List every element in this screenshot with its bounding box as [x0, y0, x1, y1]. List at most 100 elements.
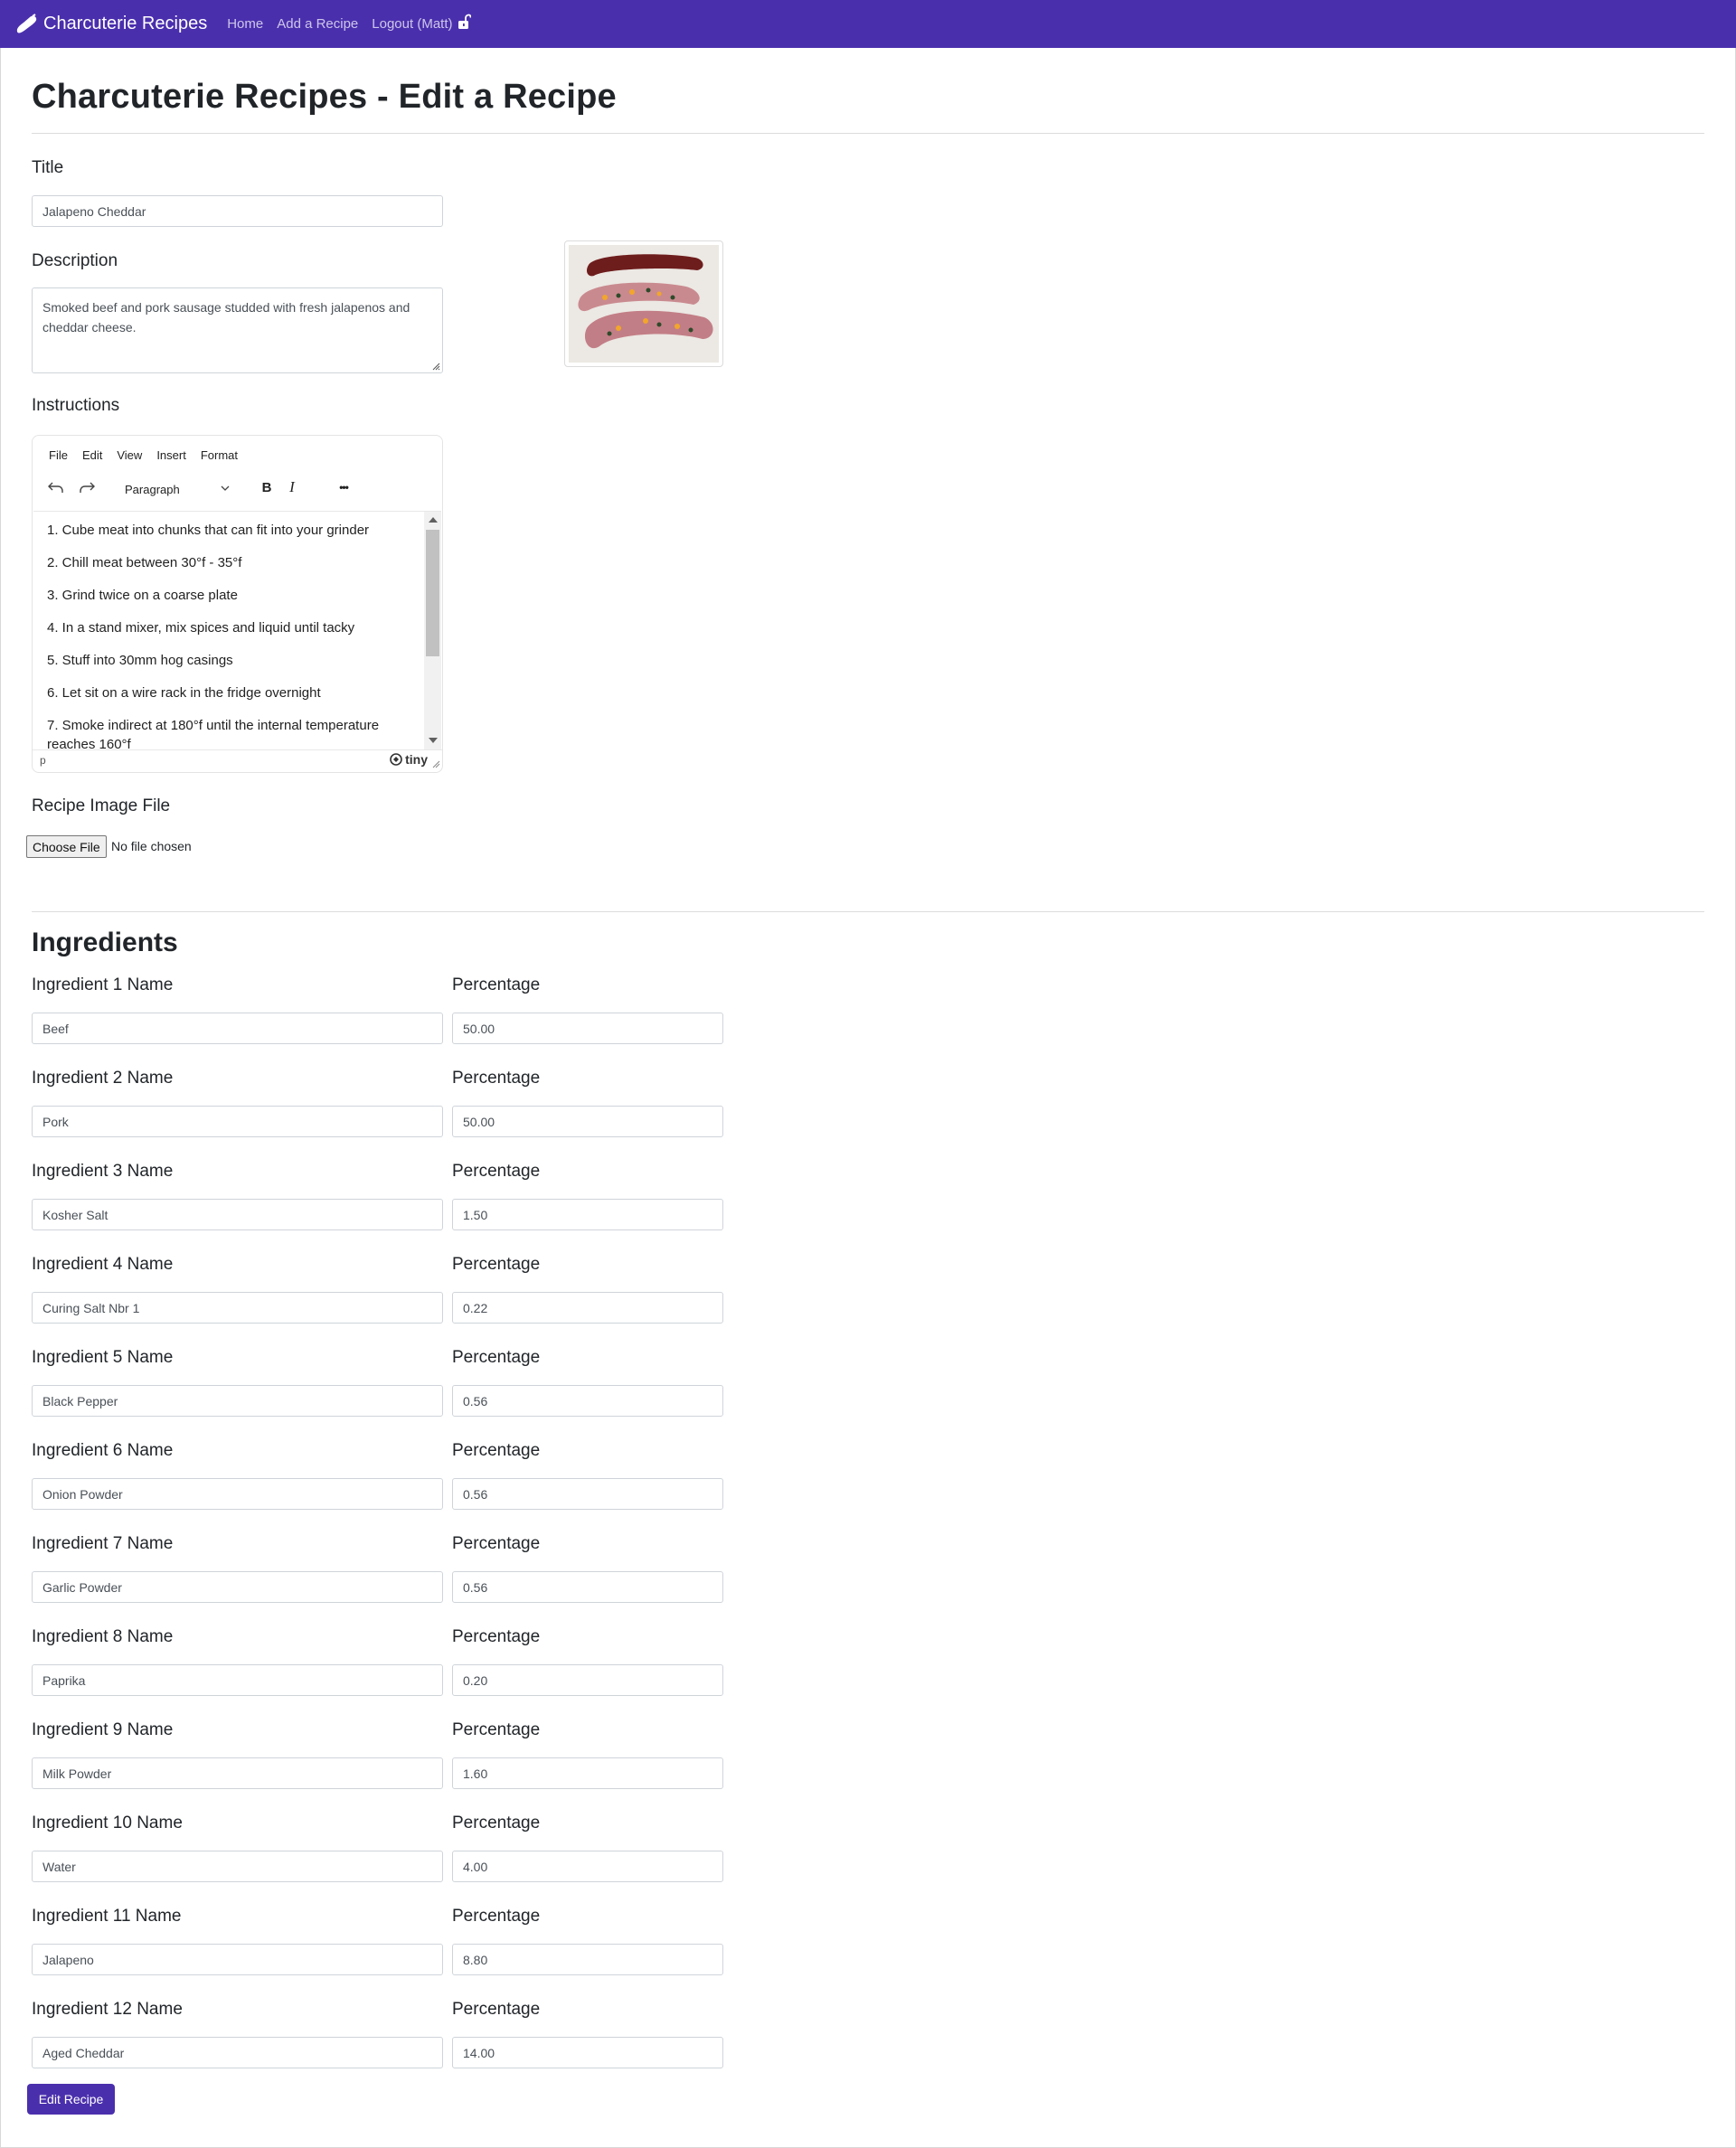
ingredient-percentage-input[interactable]: 0.22 — [452, 1292, 723, 1324]
block-format-select[interactable]: Paragraph — [121, 479, 233, 499]
sausage-photo — [569, 245, 719, 363]
ingredient-percentage-input[interactable]: 0.56 — [452, 1385, 723, 1417]
ingredient-name-input[interactable]: Beef — [32, 1013, 443, 1044]
instruction-step: 5. Stuff into 30mm hog casings — [47, 653, 233, 668]
ingredient-percentage-label: Percentage — [452, 1534, 541, 1553]
ingredients-heading: Ingredients — [32, 928, 178, 957]
ingredient-percentage-input[interactable]: 0.20 — [452, 1664, 723, 1696]
ingredient-percentage-input[interactable]: 0.56 — [452, 1478, 723, 1510]
tiny-brand-text: tiny — [405, 752, 428, 767]
editor-statusbar: p tiny — [33, 749, 442, 773]
italic-button[interactable]: I — [282, 476, 302, 499]
ingredient-name-input[interactable]: Garlic Powder — [32, 1571, 443, 1603]
divider — [32, 911, 1704, 912]
more-button[interactable]: ••• — [329, 476, 358, 499]
ingredient-name-label: Ingredient 4 Name — [32, 1255, 174, 1274]
ingredient-name-label: Ingredient 8 Name — [32, 1627, 174, 1646]
ingredient-name-label: Ingredient 2 Name — [32, 1069, 174, 1088]
ingredient-name-input[interactable]: Onion Powder — [32, 1478, 443, 1510]
ingredient-percentage-label: Percentage — [452, 1907, 541, 1926]
ingredient-name-input[interactable]: Aged Cheddar — [32, 2037, 443, 2068]
nav-home-link[interactable]: Home — [227, 16, 263, 32]
tiny-logo-icon — [390, 753, 402, 766]
file-status-text: No file chosen — [111, 839, 192, 853]
editor-menu-file[interactable]: File — [49, 448, 68, 462]
resize-grip-icon[interactable] — [432, 760, 440, 768]
instructions-editor: File Edit View Insert Format Paragraph B… — [32, 435, 443, 773]
ingredient-percentage-input[interactable]: 1.60 — [452, 1757, 723, 1789]
edit-recipe-button[interactable]: Edit Recipe — [27, 2084, 115, 2115]
instruction-step: 7. Smoke indirect at 180°f until the int… — [47, 718, 380, 750]
unlock-icon — [458, 14, 471, 29]
nav-logout-link[interactable]: Logout (Matt) — [372, 14, 471, 32]
description-text: Smoked beef and pork sausage studded wit… — [42, 300, 410, 334]
scroll-down-icon[interactable] — [429, 738, 438, 743]
block-format-value: Paragraph — [125, 482, 180, 496]
ingredient-percentage-input[interactable]: 50.00 — [452, 1013, 723, 1044]
ingredient-percentage-label: Percentage — [452, 1720, 541, 1739]
ingredient-name-label: Ingredient 6 Name — [32, 1441, 174, 1460]
navbar: Charcuterie Recipes Home Add a Recipe Lo… — [0, 0, 1736, 48]
editor-menu-format[interactable]: Format — [201, 448, 238, 462]
ingredient-percentage-input[interactable]: 4.00 — [452, 1851, 723, 1882]
editor-menu-edit[interactable]: Edit — [82, 448, 102, 462]
brand-text: Charcuterie Recipes — [43, 14, 208, 33]
ingredient-percentage-input[interactable]: 1.50 — [452, 1199, 723, 1230]
editor-menu-view[interactable]: View — [117, 448, 142, 462]
ingredient-percentage-input[interactable]: 50.00 — [452, 1106, 723, 1137]
ingredient-name-label: Ingredient 5 Name — [32, 1348, 174, 1367]
instruction-step: 4. In a stand mixer, mix spices and liqu… — [47, 620, 355, 636]
redo-button[interactable] — [76, 476, 98, 499]
ingredient-percentage-input[interactable]: 14.00 — [452, 2037, 723, 2068]
ingredient-name-input[interactable]: Curing Salt Nbr 1 — [32, 1292, 443, 1324]
nav-add-recipe-link[interactable]: Add a Recipe — [277, 16, 358, 32]
ingredient-name-input[interactable]: Milk Powder — [32, 1757, 443, 1789]
undo-button[interactable] — [45, 476, 67, 499]
ingredient-percentage-label: Percentage — [452, 2000, 541, 2019]
title-input[interactable]: Jalapeno Cheddar — [32, 195, 443, 227]
ingredient-name-label: Ingredient 9 Name — [32, 1720, 174, 1739]
description-textarea[interactable]: Smoked beef and pork sausage studded wit… — [32, 287, 443, 373]
editor-menu-insert[interactable]: Insert — [156, 448, 186, 462]
instruction-step: 6. Let sit on a wire rack in the fridge … — [47, 685, 321, 701]
brand-link[interactable]: Charcuterie Recipes — [14, 13, 208, 35]
image-file-label: Recipe Image File — [32, 796, 171, 815]
ingredient-name-input[interactable]: Jalapeno — [32, 1944, 443, 1975]
instructions-label: Instructions — [32, 396, 120, 415]
sausage-icon — [16, 13, 37, 33]
nav-logout-label: Logout (Matt) — [372, 16, 453, 32]
scroll-thumb[interactable] — [426, 530, 439, 656]
ingredient-percentage-input[interactable]: 8.80 — [452, 1944, 723, 1975]
resize-grip-icon[interactable] — [432, 363, 440, 371]
recipe-image-thumbnail — [564, 240, 723, 367]
page-title: Charcuterie Recipes - Edit a Recipe — [32, 78, 617, 116]
instruction-step: 1. Cube meat into chunks that can fit in… — [47, 523, 370, 538]
ingredient-name-input[interactable]: Kosher Salt — [32, 1199, 443, 1230]
bold-button[interactable]: B — [257, 476, 277, 499]
ingredient-percentage-input[interactable]: 0.56 — [452, 1571, 723, 1603]
editor-content[interactable]: 1. Cube meat into chunks that can fit in… — [33, 511, 424, 750]
ingredient-name-input[interactable]: Paprika — [32, 1664, 443, 1696]
ingredient-percentage-label: Percentage — [452, 1255, 541, 1274]
scroll-up-icon[interactable] — [429, 517, 438, 523]
ingredient-name-label: Ingredient 11 Name — [32, 1907, 182, 1926]
editor-scrollbar[interactable] — [424, 511, 441, 750]
ingredient-percentage-label: Percentage — [452, 1627, 541, 1646]
ingredient-percentage-label: Percentage — [452, 1348, 541, 1367]
ingredient-percentage-label: Percentage — [452, 1441, 541, 1460]
instruction-step: 2. Chill meat between 30°f - 35°f — [47, 555, 242, 570]
description-label: Description — [32, 251, 118, 270]
ingredient-name-label: Ingredient 3 Name — [32, 1162, 174, 1181]
editor-menubar: File Edit View Insert Format — [49, 448, 252, 462]
instruction-step: 3. Grind twice on a coarse plate — [47, 588, 238, 603]
editor-toolbar: Paragraph B I ••• — [33, 472, 442, 504]
ingredient-percentage-label: Percentage — [452, 975, 541, 994]
ingredient-name-input[interactable]: Pork — [32, 1106, 443, 1137]
chevron-down-icon — [221, 485, 230, 491]
ingredient-percentage-label: Percentage — [452, 1069, 541, 1088]
ingredient-name-input[interactable]: Water — [32, 1851, 443, 1882]
choose-file-button[interactable]: Choose File — [26, 835, 107, 858]
ingredient-name-input[interactable]: Black Pepper — [32, 1385, 443, 1417]
element-path[interactable]: p — [40, 754, 46, 767]
ingredient-percentage-label: Percentage — [452, 1162, 541, 1181]
